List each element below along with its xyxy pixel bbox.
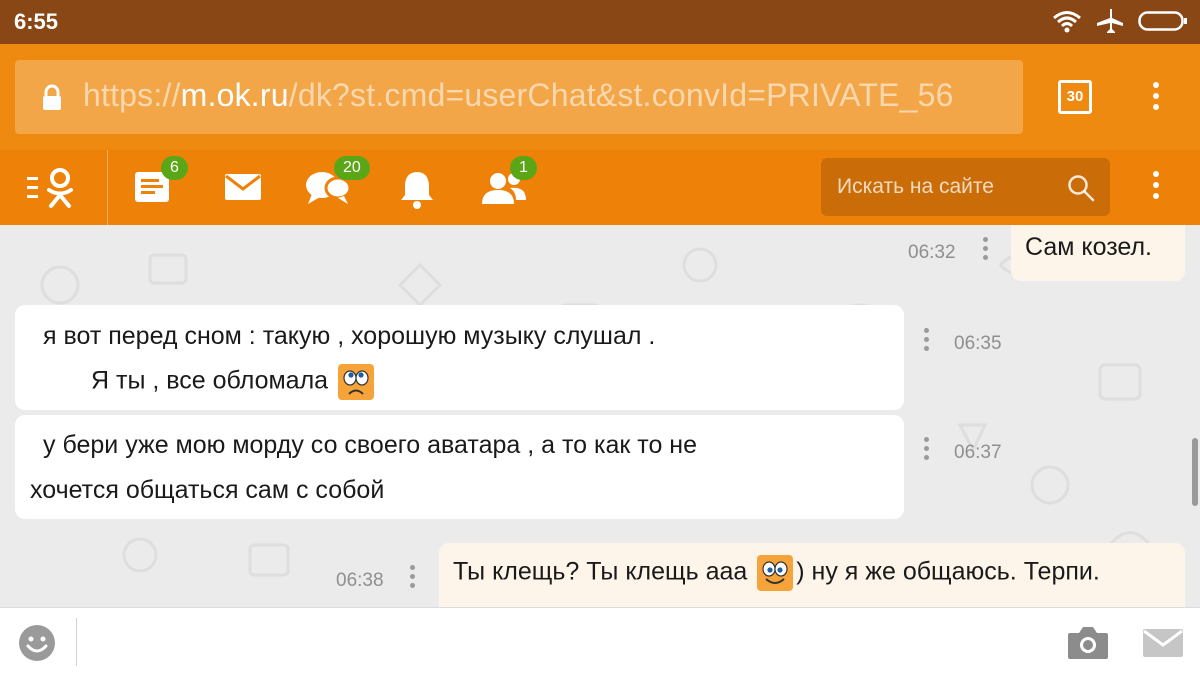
message-bubble-incoming[interactable]: я вот перед сном : такую , хорошую музык… [15,305,904,410]
message-time: 06:32 [908,242,956,263]
chat-scrollbar[interactable] [1192,438,1198,506]
send-mail-icon[interactable] [1142,628,1184,658]
message-text: Сам козел. [1025,233,1153,261]
smile-emoji-icon [757,555,794,591]
message-bubble-outgoing[interactable]: Сам козел. [1011,225,1185,281]
camera-icon[interactable] [1066,625,1110,661]
url-prefix: https:// [83,77,181,113]
browser-toolbar: https://m.ok.ru/dk?st.cmd=userChat&st.co… [0,44,1200,150]
status-icons [1052,8,1188,34]
message-text-line: Ты клещь? Ты клещь ааа ) ну я же общаюсь… [453,554,1100,592]
url-field[interactable]: https://m.ok.ru/dk?st.cmd=userChat&st.co… [15,60,1023,134]
mail-icon [225,174,261,200]
message-composer [0,607,1200,675]
message-text: хочется общаться сам с собой [30,476,385,504]
site-search[interactable]: Искать на сайте [821,158,1110,216]
url-path: /dk?st.cmd=userChat&st.convId=PRIVATE_56 [288,77,954,113]
composer-divider [76,618,77,666]
message-input[interactable] [90,620,1040,664]
site-menu-icon[interactable] [1152,171,1160,205]
message-time: 06:37 [954,442,1002,463]
url-host: m.ok.ru [180,77,289,113]
browser-menu-icon[interactable] [1152,82,1160,116]
nav-divider [107,150,108,225]
ok-menu-logo-icon[interactable] [26,167,76,209]
message-text-line: Я ты , все обломала [91,363,375,401]
tabs-button[interactable]: 30 [1058,80,1092,114]
message-bubble-outgoing[interactable]: Ты клещь? Ты клещь ааа ) ну я же общаюсь… [439,543,1185,607]
url-text[interactable]: https://m.ok.ru/dk?st.cmd=userChat&st.co… [83,77,954,114]
ok-navbar: 6 20 1 Искать на сайте [0,150,1200,225]
feed-badge: 6 [161,156,188,180]
chat-area[interactable]: 06:32 Сам козел. я вот перед сном : таку… [0,225,1200,607]
message-time: 06:35 [954,333,1002,354]
status-time: 6:55 [14,9,59,34]
battery-icon [1138,11,1187,31]
nav-discussions[interactable]: 20 [304,156,370,213]
emoji-icon[interactable] [18,624,56,662]
message-menu-icon[interactable] [924,437,930,464]
discussions-badge: 20 [334,156,370,180]
message-menu-icon[interactable] [410,565,416,592]
message-menu-icon[interactable] [983,237,989,264]
friends-badge: 1 [510,156,537,180]
message-text: я вот перед сном : такую , хорошую музык… [43,322,656,350]
status-bar: 6:55 [0,0,1200,44]
nav-notifications[interactable] [398,168,436,215]
airplane-icon [1097,9,1123,33]
message-menu-icon[interactable] [924,328,930,355]
bell-icon [401,172,433,209]
message-text: у бери уже мою морду со своего аватара ,… [43,431,698,459]
wifi-icon [1053,11,1081,33]
search-icon[interactable] [1067,174,1095,202]
sad-emoji-icon [338,364,375,400]
nav-friends[interactable]: 1 [480,156,537,213]
lock-icon [43,84,61,110]
nav-feed[interactable]: 6 [133,156,188,211]
search-placeholder: Искать на сайте [837,175,994,198]
message-bubble-incoming[interactable]: у бери уже мою морду со своего аватара ,… [15,415,904,519]
nav-mail[interactable] [224,172,262,207]
message-time: 06:38 [336,570,384,591]
